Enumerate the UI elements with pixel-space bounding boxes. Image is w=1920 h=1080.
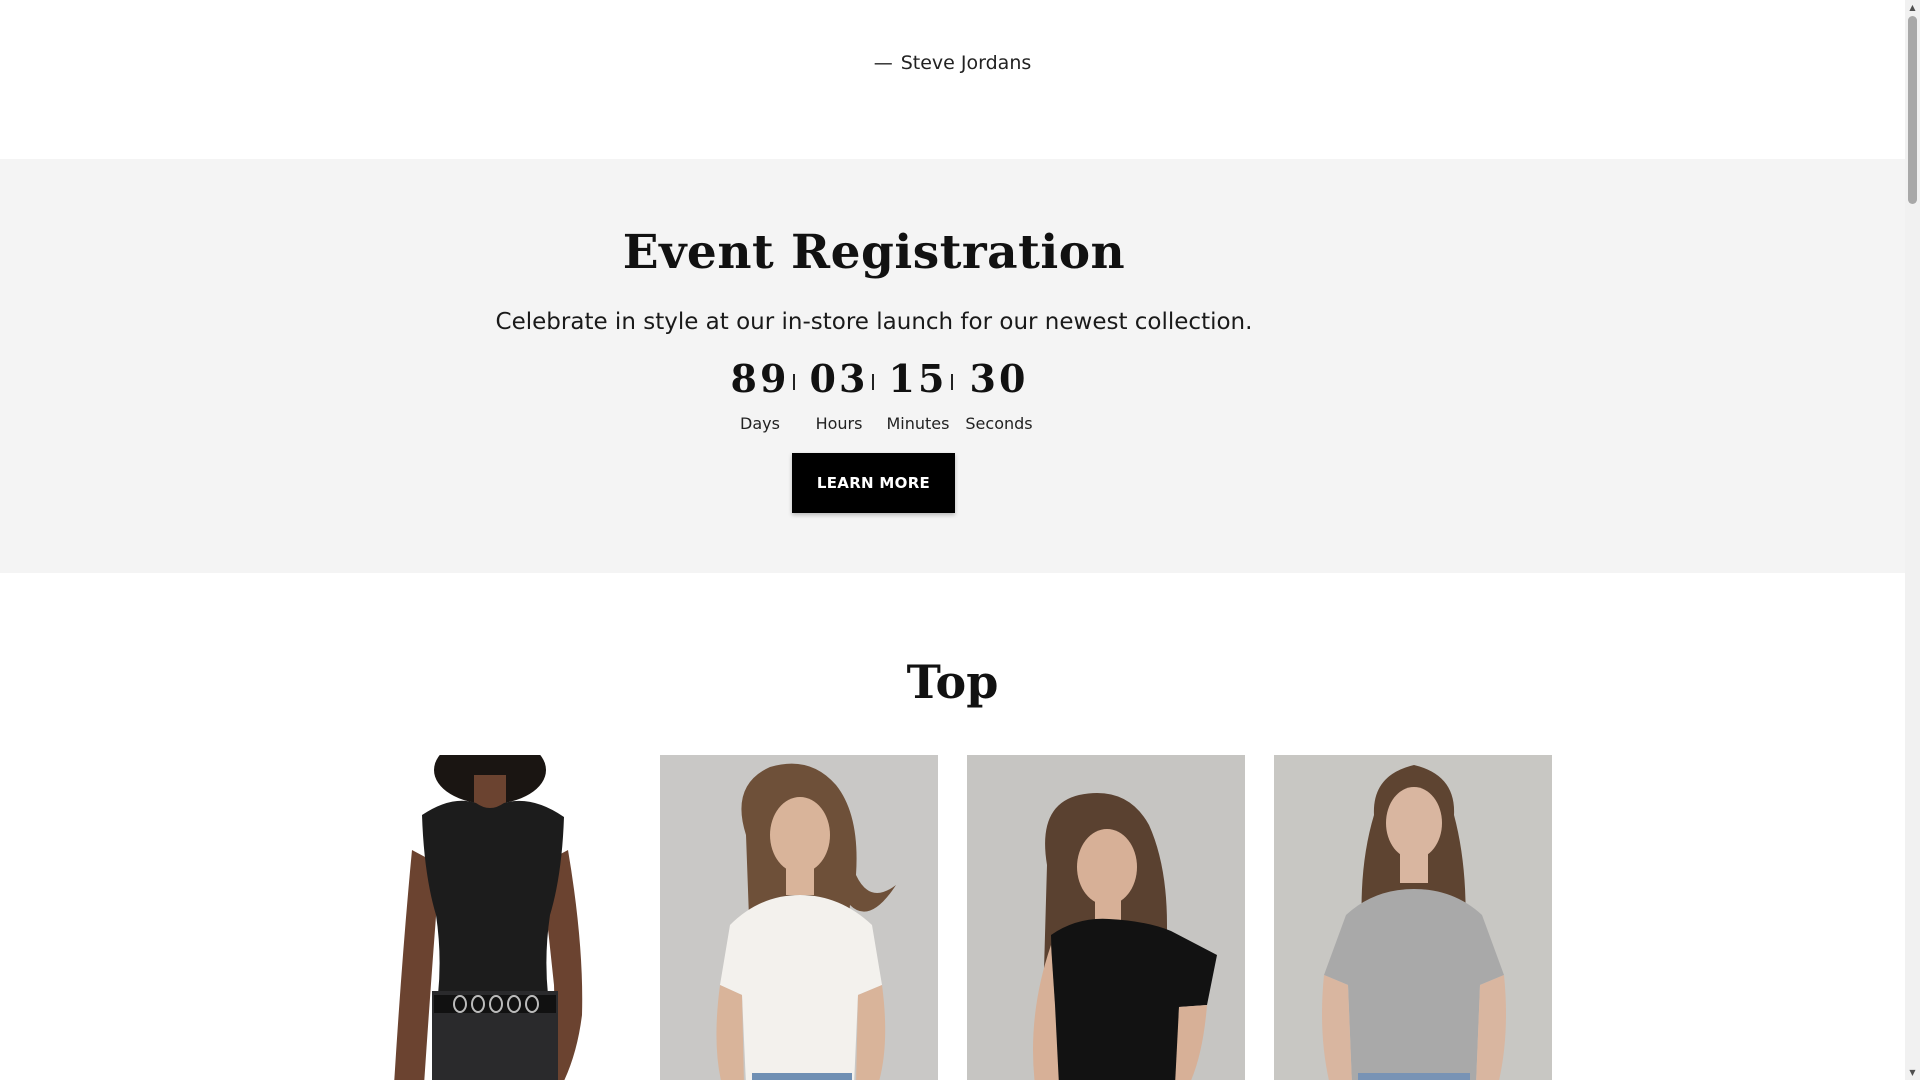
product-image [660, 755, 938, 1080]
scrollbar-thumb[interactable] [1908, 16, 1917, 204]
event-registration-section: Event Registration Celebrate in style at… [0, 159, 1905, 573]
attribution-dash: — [873, 52, 893, 74]
countdown-hours-label: Hours [815, 414, 863, 433]
countdown-separator [872, 374, 874, 390]
countdown-minutes-label: Minutes [886, 414, 950, 433]
countdown-seconds: 30 Seconds [959, 356, 1039, 434]
countdown-seconds-label: Seconds [965, 414, 1033, 433]
countdown-days-value: 89 [730, 356, 790, 401]
collection-title: Top [906, 655, 999, 709]
product-image [372, 755, 650, 1080]
arrow-down-icon[interactable]: ▼ [1905, 1065, 1920, 1080]
countdown-hours-value: 03 [809, 356, 869, 401]
page: — Steve Jordans Event Registration Celebr… [0, 0, 1905, 1080]
countdown-days: 89 Days [720, 356, 800, 434]
countdown-separator [951, 374, 953, 390]
product-card-3[interactable] [967, 755, 1245, 1080]
event-title: Event Registration [622, 225, 1126, 280]
countdown-seconds-value: 30 [969, 356, 1029, 401]
testimonial-author: Steve Jordans [900, 52, 1032, 74]
countdown-days-label: Days [740, 414, 780, 433]
product-image [1274, 755, 1552, 1080]
product-card-4[interactable] [1274, 755, 1552, 1080]
event-subtitle: Celebrate in style at our in-store launc… [495, 309, 1253, 335]
arrow-up-icon[interactable]: ▲ [1905, 0, 1920, 15]
countdown-hours: 03 Hours [799, 356, 879, 434]
countdown-separator [793, 374, 795, 390]
product-image [967, 755, 1245, 1080]
product-card-2[interactable] [660, 755, 938, 1080]
testimonial-attribution: — Steve Jordans [0, 52, 1905, 74]
vertical-scrollbar[interactable]: ▲ ▼ [1905, 0, 1920, 1080]
countdown-minutes: 15 Minutes [878, 356, 958, 434]
countdown-minutes-value: 15 [888, 356, 948, 401]
browser-viewport: — Steve Jordans Event Registration Celebr… [0, 0, 1920, 1080]
product-card-1[interactable] [372, 755, 650, 1080]
learn-more-button[interactable]: LEARN MORE [792, 453, 955, 513]
